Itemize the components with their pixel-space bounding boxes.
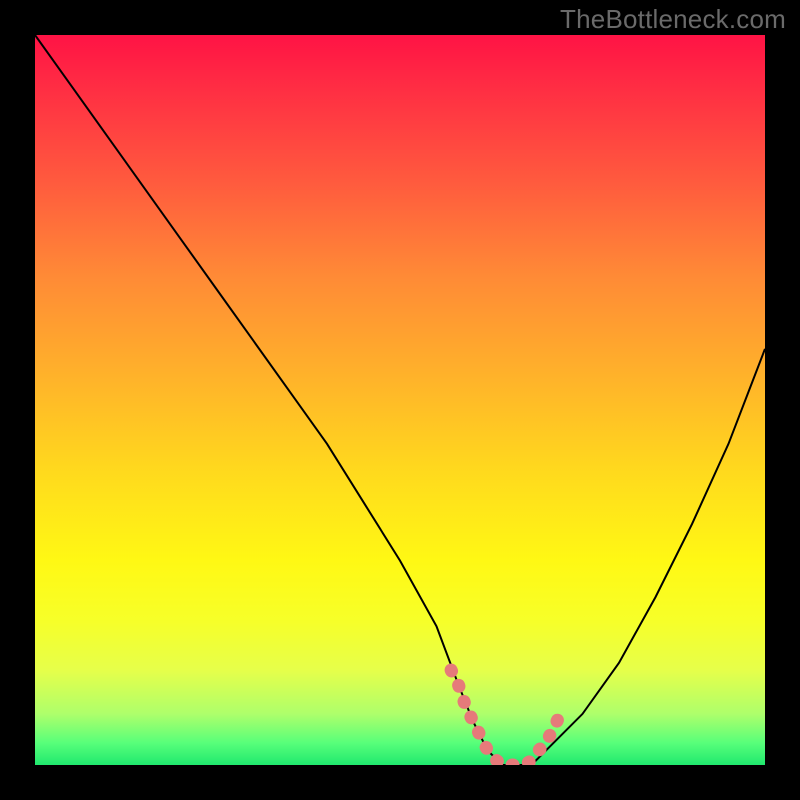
- attribution-text: TheBottleneck.com: [560, 4, 786, 35]
- bottleneck-curve: [35, 35, 765, 765]
- curve-svg: [35, 35, 765, 765]
- chart-frame: TheBottleneck.com: [0, 0, 800, 800]
- optimal-range-highlight: [451, 670, 560, 765]
- plot-area: [35, 35, 765, 765]
